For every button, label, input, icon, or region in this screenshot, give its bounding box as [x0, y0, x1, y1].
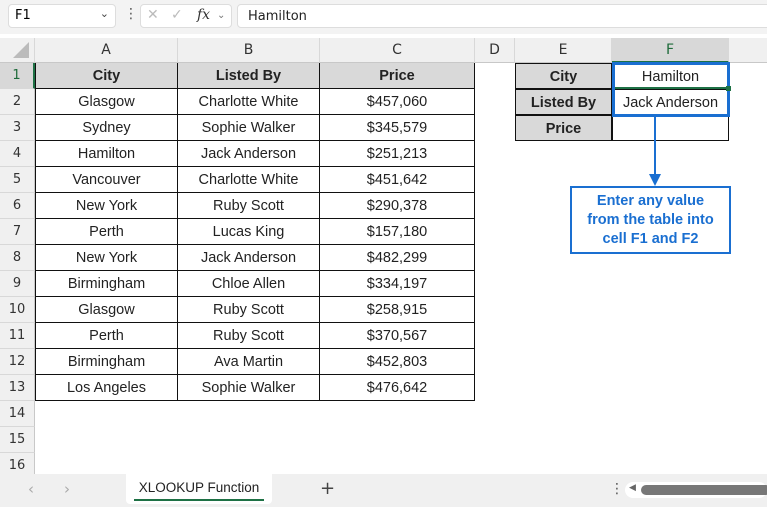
table-cell[interactable]: Ruby Scott	[178, 323, 320, 349]
table-cell[interactable]: $258,915	[320, 297, 475, 323]
table-cell[interactable]: Ruby Scott	[178, 193, 320, 219]
row-header-4[interactable]: 4	[0, 141, 35, 167]
row-header-7[interactable]: 7	[0, 219, 35, 245]
row-header-2[interactable]: 2	[0, 89, 35, 115]
row-header-10[interactable]: 10	[0, 297, 35, 323]
formula-bar: F1 ⌄ ⋮ ✕ ✓ fx ⌄ Hamilton	[0, 0, 767, 34]
column-header-b[interactable]: B	[178, 38, 320, 63]
callout-line: cell F1 and F2	[602, 231, 699, 247]
table-cell[interactable]: New York	[35, 193, 178, 219]
row-header-6[interactable]: 6	[0, 193, 35, 219]
table-cell[interactable]: $334,197	[320, 271, 475, 297]
table-header-cell[interactable]: City	[35, 63, 178, 89]
table-cell[interactable]: Perth	[35, 219, 178, 245]
table-cell[interactable]: $251,213	[320, 141, 475, 167]
row-header-11[interactable]: 11	[0, 323, 35, 349]
table-cell[interactable]: Charlotte White	[178, 167, 320, 193]
cancel-icon[interactable]: ✕	[147, 7, 159, 23]
table-cell[interactable]: Los Angeles	[35, 375, 178, 401]
table-cell[interactable]: Jack Anderson	[178, 141, 320, 167]
chevron-down-icon[interactable]: ⌄	[217, 10, 225, 21]
lookup-label[interactable]: City	[515, 63, 612, 89]
column-header-g[interactable]	[729, 38, 767, 63]
table-cell[interactable]: Sophie Walker	[178, 115, 320, 141]
fill-handle[interactable]	[726, 86, 731, 91]
row-header-9[interactable]: 9	[0, 271, 35, 297]
table-cell[interactable]: Charlotte White	[178, 89, 320, 115]
row-header-14[interactable]: 14	[0, 401, 35, 427]
table-header-cell[interactable]: Price	[320, 63, 475, 89]
table-cell[interactable]: Hamilton	[35, 141, 178, 167]
lookup-label[interactable]: Listed By	[515, 89, 612, 115]
row-header-1[interactable]: 1	[0, 63, 35, 89]
table-cell[interactable]: $345,579	[320, 115, 475, 141]
table-cell[interactable]: $451,642	[320, 167, 475, 193]
column-header-a[interactable]: A	[35, 38, 178, 63]
column-header-e[interactable]: E	[515, 38, 612, 63]
formula-actions: ✕ ✓ fx ⌄	[140, 4, 232, 28]
row-header-15[interactable]: 15	[0, 427, 35, 453]
table-cell[interactable]: $452,803	[320, 349, 475, 375]
lookup-value-cell[interactable]	[612, 115, 729, 141]
table-cell[interactable]: $157,180	[320, 219, 475, 245]
sheet-tab-label: XLOOKUP Function	[138, 480, 260, 495]
more-icon[interactable]: ⋮	[124, 6, 138, 22]
column-header-f[interactable]: F	[612, 38, 729, 63]
table-cell[interactable]: $476,642	[320, 375, 475, 401]
table-cell[interactable]: Birmingham	[35, 271, 178, 297]
table-cell[interactable]: Ava Martin	[178, 349, 320, 375]
column-header-d[interactable]: D	[475, 38, 515, 63]
table-cell[interactable]: Ruby Scott	[178, 297, 320, 323]
prev-sheet-icon[interactable]: ‹	[28, 480, 34, 498]
sheet-tab-bar: ‹ › XLOOKUP Function + ⋮ ◀	[0, 474, 767, 507]
table-cell[interactable]: Glasgow	[35, 297, 178, 323]
table-cell[interactable]: Perth	[35, 323, 178, 349]
row-header-13[interactable]: 13	[0, 375, 35, 401]
table-cell[interactable]: $370,567	[320, 323, 475, 349]
horizontal-scrollbar[interactable]: ◀	[625, 482, 767, 498]
lookup-label[interactable]: Price	[515, 115, 612, 141]
add-sheet-button[interactable]: +	[320, 478, 335, 499]
row-header-12[interactable]: 12	[0, 349, 35, 375]
instruction-callout: Enter any value from the table into cell…	[570, 186, 731, 254]
next-sheet-icon[interactable]: ›	[64, 480, 70, 498]
insert-function-icon[interactable]: fx	[197, 7, 210, 23]
table-cell[interactable]: $457,060	[320, 89, 475, 115]
more-icon[interactable]: ⋮	[610, 481, 624, 497]
formula-input[interactable]: Hamilton	[237, 4, 767, 28]
row-header-8[interactable]: 8	[0, 245, 35, 271]
table-cell[interactable]: Lucas King	[178, 219, 320, 245]
table-cell[interactable]: Vancouver	[35, 167, 178, 193]
table-cell[interactable]: Birmingham	[35, 349, 178, 375]
table-header-cell[interactable]: Listed By	[178, 63, 320, 89]
table-cell[interactable]: Sophie Walker	[178, 375, 320, 401]
row-header-5[interactable]: 5	[0, 167, 35, 193]
table-cell[interactable]: $290,378	[320, 193, 475, 219]
arrow-connector	[649, 116, 661, 186]
name-box[interactable]: F1 ⌄	[8, 4, 116, 28]
table-cell[interactable]: $482,299	[320, 245, 475, 271]
select-all-corner[interactable]	[0, 38, 35, 63]
table-cell[interactable]: Glasgow	[35, 89, 178, 115]
table-cell[interactable]: Jack Anderson	[178, 245, 320, 271]
scrollbar-thumb[interactable]	[641, 485, 767, 495]
table-cell[interactable]: Sydney	[35, 115, 178, 141]
chevron-down-icon[interactable]: ⌄	[100, 7, 109, 20]
input-cells-highlight	[612, 62, 730, 117]
name-box-value: F1	[15, 8, 31, 23]
callout-line: Enter any value	[596, 193, 705, 209]
table-cell[interactable]: New York	[35, 245, 178, 271]
row-header-3[interactable]: 3	[0, 115, 35, 141]
sheet-tab-xlookup[interactable]: XLOOKUP Function	[126, 474, 272, 504]
column-header-c[interactable]: C	[320, 38, 475, 63]
enter-icon[interactable]: ✓	[171, 7, 183, 23]
callout-line: from the table into	[587, 212, 714, 228]
table-cell[interactable]: Chloe Allen	[178, 271, 320, 297]
scroll-left-icon[interactable]: ◀	[629, 483, 636, 493]
